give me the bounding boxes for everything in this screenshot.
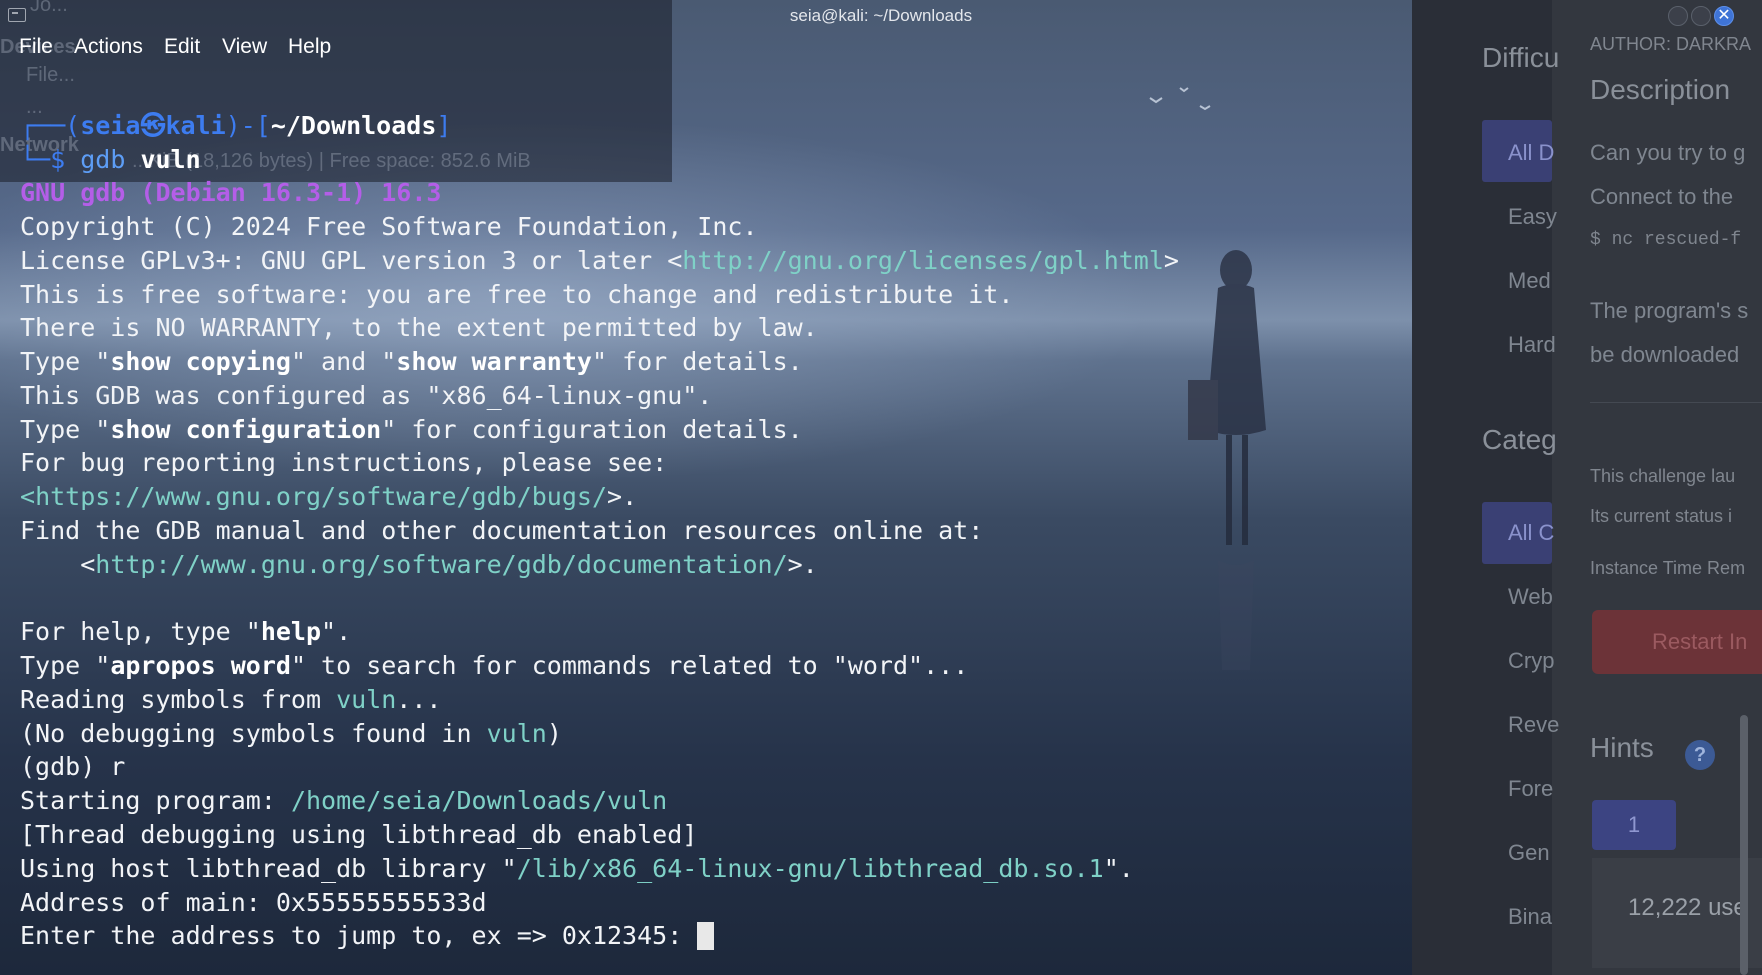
show-configuration-line: Type "show configuration" for configurat… [20,415,803,444]
restart-instance-button[interactable]: Restart In [1592,610,1762,674]
copyright-line: Copyright (C) 2024 Free Software Foundat… [20,212,758,241]
maximize-button[interactable] [1691,6,1711,26]
prompt-line-1: ┌──(seia㉿kali)-[~/Downloads] [20,111,452,140]
find-manual-line: Find the GDB manual and other documentat… [20,516,984,545]
license-line: License GPLv3+: GNU GPL version 3 or lat… [20,246,1179,275]
documentation-link[interactable]: http://www.gnu.org/software/gdb/document… [95,550,787,579]
prompt-line-2: └─$ gdb vuln [20,145,201,174]
ghost-item-1: File... [26,64,75,86]
description-line-2: Connect to the [1590,184,1734,209]
window-title: seia@kali: ~/Downloads [789,6,973,25]
category-item-crypto[interactable]: Cryp [1508,648,1554,674]
category-item-reverse[interactable]: Reve [1508,712,1559,738]
category-item-all[interactable]: All C [1508,520,1554,546]
menu-bar: File Actions Edit View Help [0,32,680,62]
no-warranty-line: There is NO WARRANTY, to the extent perm… [20,313,818,342]
launch-info-line-1: This challenge lau [1590,466,1736,486]
help-icon[interactable]: ? [1685,740,1715,770]
prompt-argument: vuln [140,145,201,174]
category-heading: Categ [1482,424,1557,455]
terminal-icon [8,8,26,22]
difficulty-item-easy[interactable]: Easy [1508,204,1557,230]
category-item-web[interactable]: Web [1508,584,1553,610]
hint-1-button[interactable]: 1 [1592,800,1676,850]
launch-info-line-2: Its current status i [1590,506,1733,526]
menu-edit[interactable]: Edit [164,32,200,62]
prompt-command: gdb [80,145,126,174]
solves-card: 12,222 use [1592,858,1762,968]
divider [1590,402,1762,403]
description-line-1: Can you try to g [1590,140,1746,165]
prompt-user: seia [80,111,141,140]
menu-actions[interactable]: Actions [74,32,143,62]
no-debug-symbols-line: (No debugging symbols found in vuln) [20,719,562,748]
gdb-banner: GNU gdb (Debian 16.3-1) 16.3 [20,178,442,207]
prompt-host: kali [165,111,226,140]
starting-program-line: Starting program: /home/seia/Downloads/v… [20,786,668,815]
menu-view[interactable]: View [222,32,267,62]
help-line: For help, type "help". [20,617,352,646]
hints-heading: Hints [1590,732,1654,763]
description-command: $ nc rescued-f [1590,230,1742,250]
description-heading: Description [1590,74,1731,105]
bugs-url-line: <https://www.gnu.org/software/gdb/bugs/>… [20,482,638,511]
documentation-url-line: <http://www.gnu.org/software/gdb/documen… [20,550,818,579]
bug-reporting-line: For bug reporting instructions, please s… [20,448,668,477]
difficulty-heading: Difficu [1482,42,1560,73]
apropos-line: Type "apropos word" to search for comman… [20,651,969,680]
user-count: 12,222 use [1628,894,1747,921]
category-item-forensics[interactable]: Fore [1508,776,1553,802]
address-of-main-line: Address of main: 0x55555555533d [20,888,487,917]
instance-time-remaining: Instance Time Rem [1590,558,1746,578]
prompt-cwd: ~/Downloads [270,111,437,140]
page-scrollbar[interactable] [1740,715,1748,975]
show-copying-line: Type "show copying" and "show warranty" … [20,347,803,376]
browser-challenge-panel: AUTHOR: DARKRA Difficu Description Can y… [1412,0,1762,975]
gdb-run-command: (gdb) r [20,752,126,781]
menu-file[interactable]: File [19,32,53,62]
author-label: AUTHOR: DARKRA [1590,34,1752,54]
host-libthread-line: Using host libthread_db library "/lib/x8… [20,854,1134,883]
bugs-link[interactable]: https://www.gnu.org/software/gdb/bugs/ [35,482,607,511]
difficulty-item-hard[interactable]: Hard [1508,332,1556,358]
difficulty-item-all[interactable]: All D [1508,140,1554,166]
birds-decoration [1149,87,1211,111]
thread-debugging-line: [Thread debugging using libthread_db ena… [20,820,698,849]
description-line-3: The program's s [1590,298,1749,323]
free-software-line: This is free software: you are free to c… [20,280,1014,309]
reading-symbols-line: Reading symbols from vuln... [20,685,442,714]
text-cursor [697,922,715,950]
license-link[interactable]: http://gnu.org/licenses/gpl.html [682,246,1164,275]
description-line-4: be downloaded [1590,342,1740,367]
enter-address-prompt[interactable]: Enter the address to jump to, ex => 0x12… [20,921,715,951]
menu-help[interactable]: Help [288,32,331,62]
minimize-button[interactable] [1668,6,1688,26]
category-item-general[interactable]: Gen [1508,840,1550,866]
category-item-binary[interactable]: Bina [1508,904,1552,930]
difficulty-item-medium[interactable]: Med [1508,268,1551,294]
configured-line: This GDB was configured as "x86_64-linux… [20,381,713,410]
figure-silhouette [1188,250,1266,670]
close-button[interactable]: ✕ [1714,6,1734,26]
